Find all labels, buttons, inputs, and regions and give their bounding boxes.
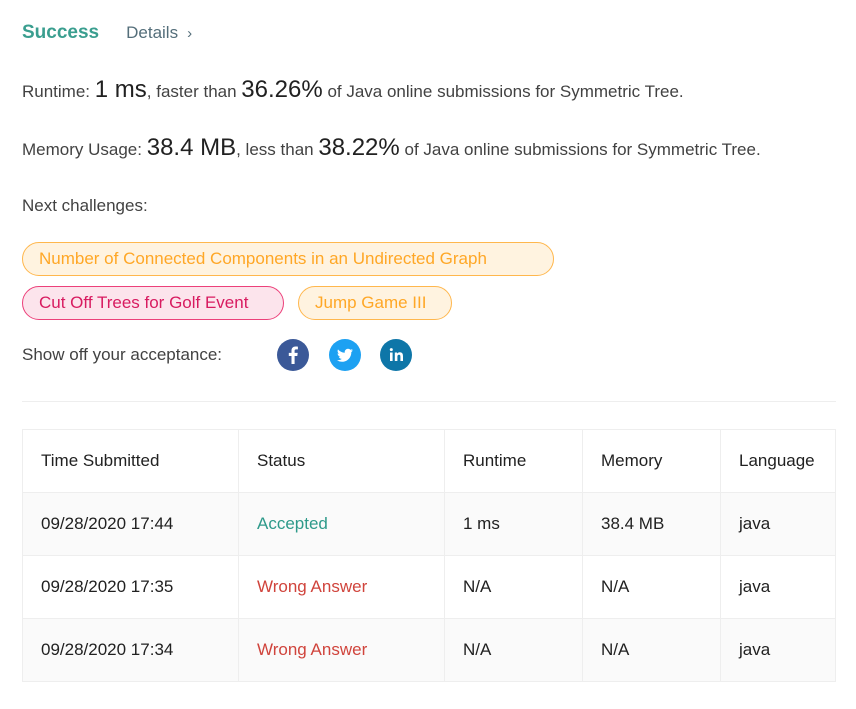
cell-time: 09/28/2020 17:35 — [22, 555, 239, 619]
cell-status[interactable]: Accepted — [238, 492, 445, 556]
cell-runtime: N/A — [444, 555, 583, 619]
cell-memory: N/A — [582, 555, 721, 619]
cell-runtime: N/A — [444, 618, 583, 682]
memory-summary: Memory Usage: 38.4 MB, less than 38.22% … — [22, 134, 761, 162]
cell-memory: N/A — [582, 618, 721, 682]
runtime-value: 1 ms — [94, 76, 147, 103]
cell-memory: 38.4 MB — [582, 492, 721, 556]
result-status: Success — [22, 22, 100, 43]
table-row: 09/28/2020 17:35 Wrong Answer N/A N/A ja… — [22, 555, 836, 619]
table-row: 09/28/2020 17:34 Wrong Answer N/A N/A ja… — [22, 618, 836, 682]
column-header-memory[interactable]: Memory — [582, 429, 721, 493]
runtime-tail-text: of Java online submissions for Symmetric… — [327, 82, 684, 101]
cell-language: java — [720, 492, 836, 556]
linkedin-icon[interactable] — [380, 339, 412, 371]
cell-runtime: 1 ms — [444, 492, 583, 556]
challenge-title: Jump Game III — [315, 293, 427, 312]
column-header-runtime[interactable]: Runtime — [444, 429, 583, 493]
cell-time: 09/28/2020 17:44 — [22, 492, 239, 556]
chevron-right-icon: › — [187, 24, 193, 42]
cell-time: 09/28/2020 17:34 — [22, 618, 239, 682]
cell-status[interactable]: Wrong Answer — [238, 618, 445, 682]
facebook-icon[interactable] — [277, 339, 309, 371]
runtime-label: Runtime: — [22, 82, 91, 101]
challenge-chip-connected-components[interactable]: Number of Connected Components in an Und… — [22, 242, 554, 276]
challenge-chip-jump-game-iii[interactable]: Jump Game III — [298, 286, 452, 320]
cell-language: java — [720, 618, 836, 682]
column-header-status[interactable]: Status — [238, 429, 445, 493]
share-label: Show off your acceptance: — [22, 345, 223, 364]
section-divider — [22, 401, 836, 402]
memory-value: 38.4 MB — [146, 134, 237, 161]
table-row: 09/28/2020 17:44 Accepted 1 ms 38.4 MB j… — [22, 492, 836, 556]
runtime-mid-text: , faster than — [146, 82, 237, 101]
details-link[interactable]: Details › — [126, 23, 192, 43]
table-header-row: Time Submitted Status Runtime Memory Lan… — [22, 429, 836, 493]
runtime-summary: Runtime: 1 ms, faster than 36.26% of Jav… — [22, 76, 684, 104]
submissions-table: Time Submitted Status Runtime Memory Lan… — [22, 429, 836, 682]
memory-label: Memory Usage: — [22, 140, 142, 159]
memory-tail-text: of Java online submissions for Symmetric… — [404, 140, 761, 159]
column-header-language[interactable]: Language — [720, 429, 836, 493]
memory-percent: 38.22% — [318, 134, 400, 161]
details-label: Details — [126, 23, 179, 42]
status-link[interactable]: Wrong Answer — [257, 640, 367, 659]
status-link[interactable]: Accepted — [257, 514, 328, 533]
challenge-chip-cut-off-trees[interactable]: Cut Off Trees for Golf Event — [22, 286, 284, 320]
challenge-title: Cut Off Trees for Golf Event — [39, 293, 249, 312]
cell-status[interactable]: Wrong Answer — [238, 555, 445, 619]
status-link[interactable]: Wrong Answer — [257, 577, 367, 596]
memory-mid-text: , less than — [236, 140, 314, 159]
column-header-time[interactable]: Time Submitted — [22, 429, 239, 493]
next-challenges-label: Next challenges: — [22, 196, 148, 215]
runtime-percent: 36.26% — [241, 76, 323, 103]
cell-language: java — [720, 555, 836, 619]
result-header: Success Details › — [22, 22, 192, 44]
challenge-title: Number of Connected Components in an Und… — [39, 249, 487, 268]
twitter-icon[interactable] — [329, 339, 361, 371]
